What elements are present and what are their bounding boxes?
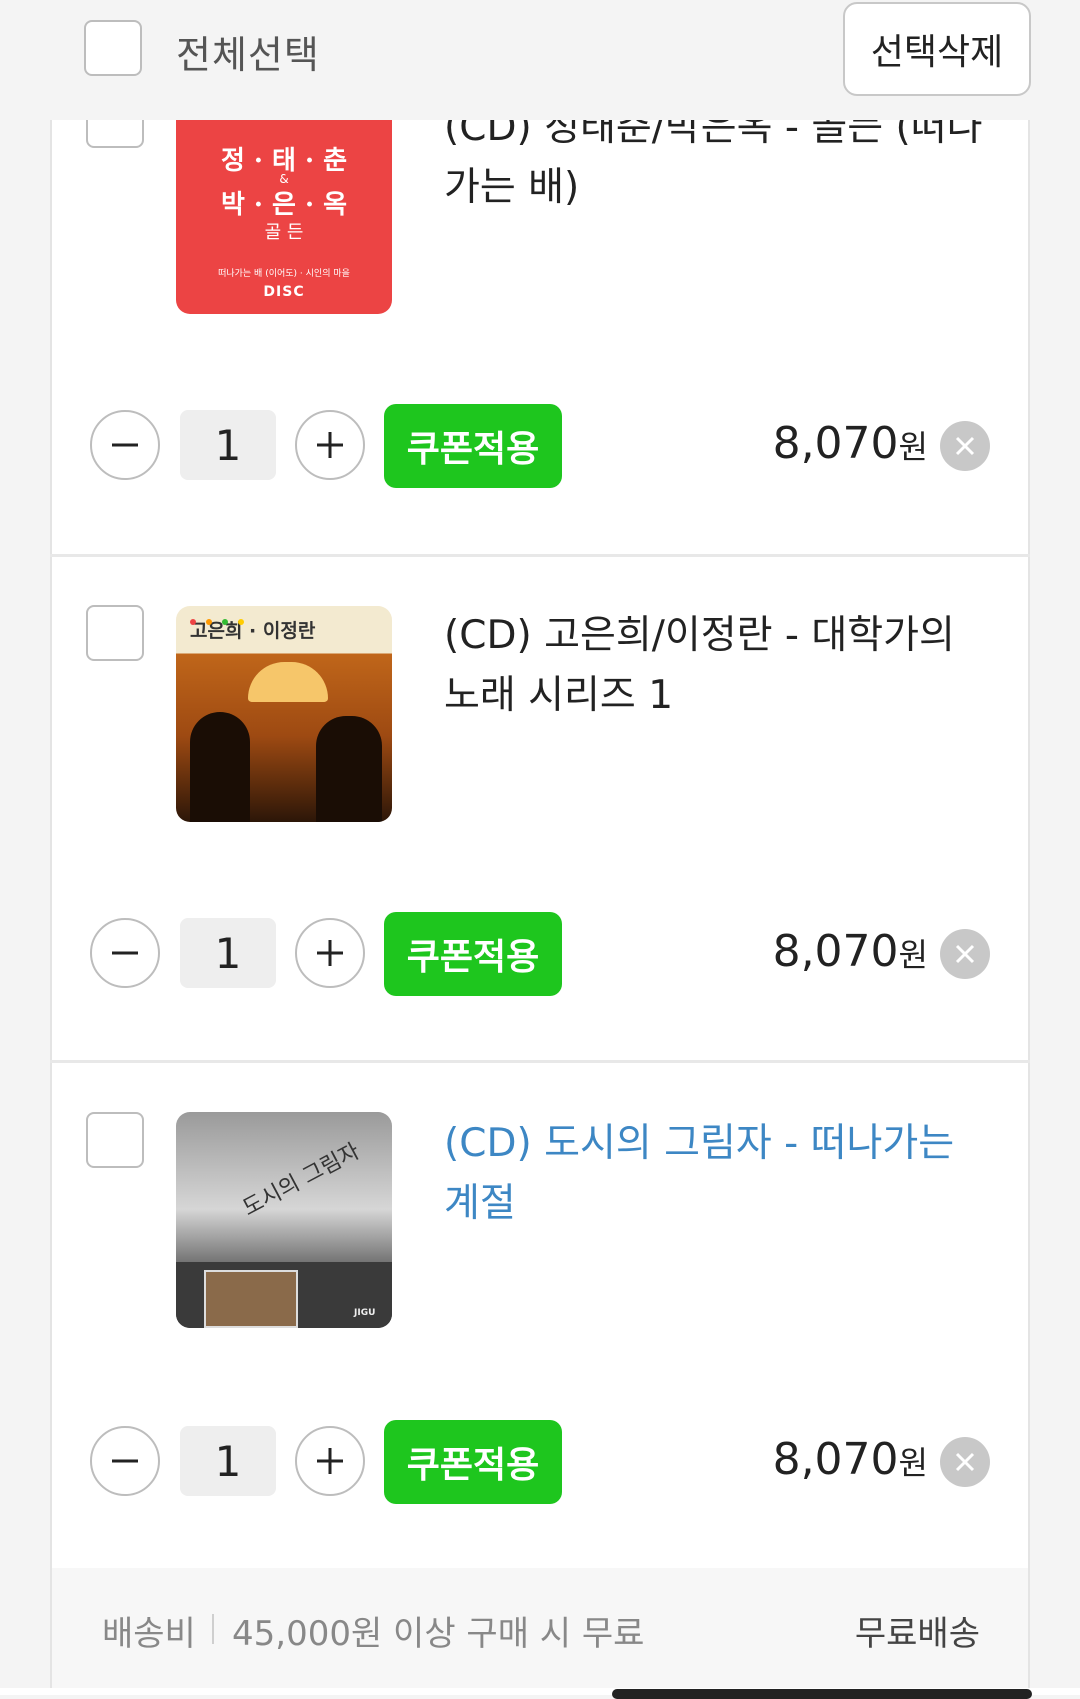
quantity-value[interactable]: 1 xyxy=(180,410,276,480)
lamp xyxy=(248,662,328,702)
close-icon xyxy=(955,436,975,456)
decrease-quantity-button[interactable] xyxy=(90,410,160,480)
shipping-fee-label: 배송비 xyxy=(102,1614,196,1654)
apply-coupon-button[interactable]: 쿠폰적용 xyxy=(384,404,562,488)
cover-dots xyxy=(190,610,244,629)
item-price: 8,070원 xyxy=(773,1434,928,1485)
remove-item-button[interactable] xyxy=(940,929,990,979)
decrease-quantity-button[interactable] xyxy=(90,1426,160,1496)
cover-text: 골 든 xyxy=(264,222,304,243)
delete-selected-button[interactable]: 선택삭제 xyxy=(843,2,1031,96)
figure-left xyxy=(190,712,250,822)
item-price: 8,070원 xyxy=(773,418,928,469)
price-amount: 8,070 xyxy=(772,418,899,469)
increase-quantity-button[interactable] xyxy=(295,410,365,480)
price-currency: 원 xyxy=(898,1444,928,1482)
remove-item-button[interactable] xyxy=(940,1437,990,1487)
increase-quantity-button[interactable] xyxy=(295,1426,365,1496)
disc-logo: DISC xyxy=(263,284,305,300)
minus-icon xyxy=(112,443,138,447)
item-title[interactable]: (CD) 고은희/이정란 - 대학가의 노래 시리즈 1 xyxy=(444,606,984,726)
price-currency: 원 xyxy=(898,936,928,974)
increase-quantity-button[interactable] xyxy=(295,918,365,988)
plus-icon xyxy=(317,940,343,966)
bottom-bar-edge xyxy=(612,1689,1032,1699)
quantity-value[interactable]: 1 xyxy=(180,1426,276,1496)
cover-text: 떠나가는 배 (이어도) · 시인의 마을 xyxy=(218,269,350,279)
item-checkbox[interactable] xyxy=(86,1112,144,1168)
album-cover: 고은희 · 이정란 xyxy=(176,606,392,822)
apply-coupon-button[interactable]: 쿠폰적용 xyxy=(384,1420,562,1504)
photo-inset xyxy=(204,1270,298,1328)
price-currency: 원 xyxy=(898,428,928,466)
minus-icon xyxy=(112,951,138,955)
figure-right xyxy=(316,716,382,822)
select-all-label: 전체선택 xyxy=(176,33,320,77)
remove-item-button[interactable] xyxy=(940,421,990,471)
quantity-value[interactable]: 1 xyxy=(180,918,276,988)
price-amount: 8,070 xyxy=(772,1434,899,1485)
label-logo: JIGU xyxy=(354,1308,376,1318)
shipping-condition: 45,000원 이상 구매 시 무료 xyxy=(232,1614,645,1654)
close-icon xyxy=(955,1452,975,1472)
item-price: 8,070원 xyxy=(773,926,928,977)
cart-toolbar: 전체선택 선택삭제 xyxy=(0,0,1080,120)
apply-coupon-button[interactable]: 쿠폰적용 xyxy=(384,912,562,996)
price-amount: 8,070 xyxy=(772,926,899,977)
shipping-separator xyxy=(212,1614,214,1644)
item-checkbox[interactable] xyxy=(86,605,144,661)
minus-icon xyxy=(112,1459,138,1463)
shipping-info: 배송비 45,000원 이상 구매 시 무료 무료배송 xyxy=(50,1568,1030,1688)
shipping-status: 무료배송 xyxy=(854,1614,980,1654)
close-icon xyxy=(955,944,975,964)
album-cover: 도시의 그림자 JIGU xyxy=(176,1112,392,1328)
plus-icon xyxy=(317,432,343,458)
cover-text: 박 · 은 · 옥 xyxy=(220,190,348,220)
album-cover: 정 · 태 · 춘 & 박 · 은 · 옥 골 든 떠나가는 배 (이어도) ·… xyxy=(176,98,392,314)
decrease-quantity-button[interactable] xyxy=(90,918,160,988)
select-all-checkbox[interactable] xyxy=(84,20,142,76)
cover-text: 도시의 그림자 xyxy=(238,1139,364,1222)
plus-icon xyxy=(317,1448,343,1474)
item-title[interactable]: (CD) 도시의 그림자 - 떠나가는 계절 xyxy=(444,1114,984,1234)
